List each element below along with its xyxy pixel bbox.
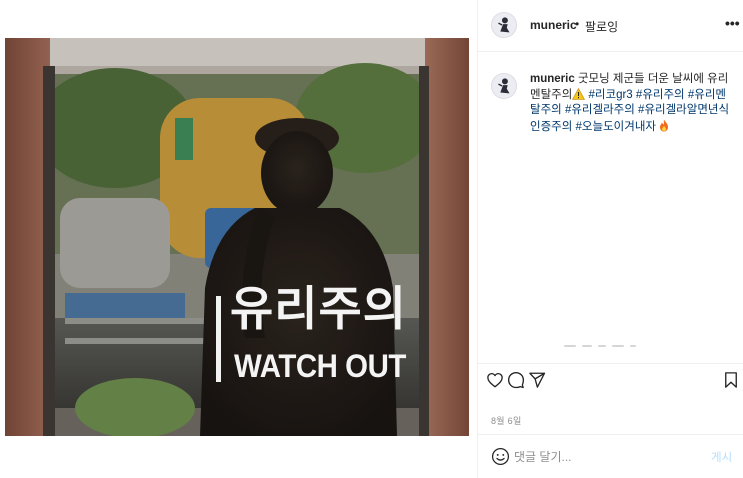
- comment-input[interactable]: [514, 446, 704, 468]
- sticker-english-text: WATCH OUT: [234, 348, 406, 384]
- fire-emoji-icon: [659, 119, 669, 132]
- faded-comment-placeholder: [564, 345, 684, 349]
- avatar-figure-icon: [492, 74, 516, 98]
- post-header: muneric • 팔로잉 •••: [478, 0, 743, 52]
- bookmark-icon[interactable]: [722, 371, 740, 389]
- warning-emoji-icon: [572, 87, 586, 100]
- comment-icon[interactable]: [507, 371, 525, 389]
- following-button[interactable]: 팔로잉: [585, 18, 618, 35]
- avatar[interactable]: [491, 12, 517, 38]
- media-column: 유리주의 WATCH OUT: [0, 0, 477, 478]
- sticker-bar: [216, 296, 221, 382]
- post-photo[interactable]: 유리주의 WATCH OUT: [5, 38, 469, 436]
- post-comment-button[interactable]: 게시: [711, 449, 732, 465]
- hashtag-link[interactable]: #리코gr3: [589, 89, 633, 101]
- header-separator: •: [575, 17, 580, 31]
- post-date[interactable]: 8월 6일: [491, 414, 522, 427]
- caption-avatar[interactable]: [491, 73, 517, 99]
- hashtag-link[interactable]: #유리겔라주의: [565, 104, 635, 116]
- hashtag-link[interactable]: #오늘도이겨내자: [576, 121, 656, 133]
- avatar-figure-icon: [492, 13, 516, 37]
- comment-bar: 게시: [478, 434, 743, 478]
- post-side-panel: muneric • 팔로잉 ••• muneric 굿모닝 제군들 더운 날씨에…: [478, 0, 743, 478]
- sticker-korean-text: 유리주의: [230, 282, 407, 337]
- more-options-icon[interactable]: •••: [725, 16, 740, 30]
- hashtag-link[interactable]: #유리주의: [636, 89, 685, 101]
- header-username[interactable]: muneric: [530, 18, 577, 32]
- post-caption: muneric 굿모닝 제군들 더운 날씨에 유리멘탈주의 #리코gr3 #유리…: [530, 72, 735, 135]
- share-icon[interactable]: [528, 371, 546, 389]
- smiley-icon[interactable]: [491, 447, 510, 466]
- heart-icon[interactable]: [486, 371, 504, 389]
- action-bar: [478, 363, 743, 397]
- caption-username[interactable]: muneric: [530, 73, 575, 85]
